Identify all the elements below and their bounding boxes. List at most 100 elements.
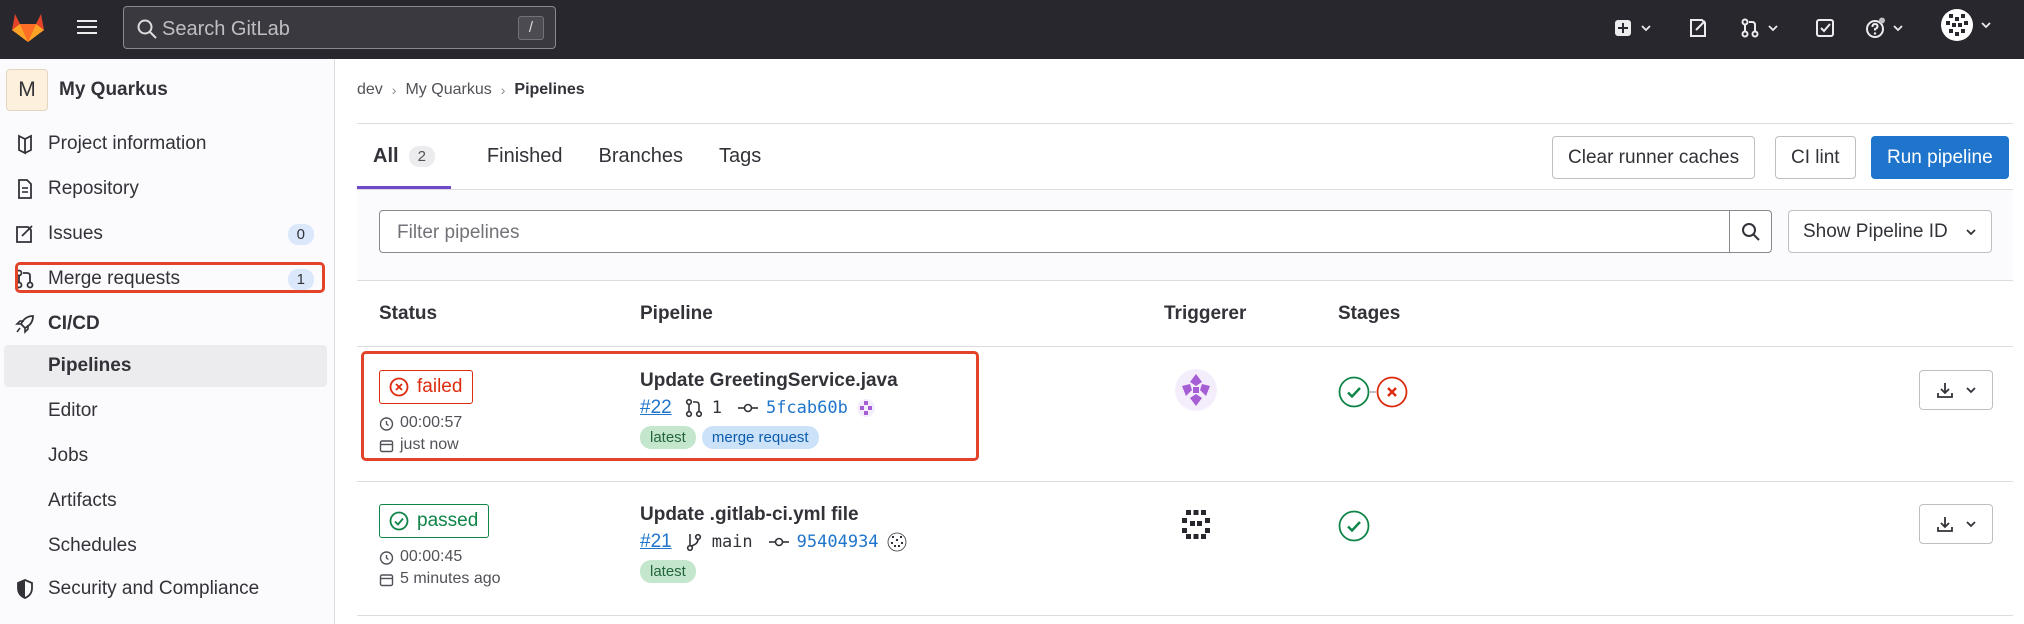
tab-label: Branches [598, 145, 684, 167]
sidebar-item-label: Security and Compliance [48, 578, 260, 599]
gitlab-logo-icon[interactable] [10, 9, 46, 45]
sidebar-subitem-artifacts[interactable]: Artifacts [0, 480, 323, 522]
sidebar-subitem-label: Jobs [48, 445, 89, 466]
chevron-down-icon [1768, 25, 1778, 32]
sidebar-item-issues[interactable]: Issues 0 [14, 215, 324, 253]
search-icon [137, 19, 157, 39]
commit-sha-link[interactable]: 95404934 [797, 532, 879, 552]
table-row: passed 00:00:45 5 minutes ago Update .gi… [357, 482, 2013, 616]
commit-author-avatar-icon[interactable] [887, 532, 907, 552]
chevron-right-icon: › [500, 82, 506, 98]
stage-success-icon[interactable] [1338, 376, 1370, 408]
branch-icon [686, 533, 701, 552]
menu-icon[interactable] [74, 14, 100, 40]
chevron-down-icon [1966, 387, 1976, 394]
sidebar-subitem-editor[interactable]: Editor [0, 390, 323, 432]
pipeline-ref[interactable]: main [712, 532, 753, 552]
pipeline-tabs: All 2 Finished Branches Tags [357, 124, 797, 189]
sidebar-item-cicd[interactable]: CI/CD [14, 305, 324, 343]
pipeline-info: #21 main 95404934 [640, 530, 907, 554]
calendar-icon [379, 573, 394, 586]
sidebar-subitem-pipelines[interactable]: Pipelines [4, 345, 327, 387]
filter-placeholder: Filter pipelines [397, 222, 520, 243]
project-icon [18, 134, 32, 155]
pipeline-row-highlight [361, 351, 979, 461]
chevron-right-icon: › [391, 82, 397, 98]
tab-count-badge: 2 [408, 146, 435, 167]
help-button[interactable] [1864, 14, 1904, 42]
create-new-button[interactable] [1612, 14, 1652, 42]
rocket-icon [15, 315, 34, 334]
sidebar: M My Quarkus Project information Reposit… [0, 59, 335, 624]
sidebar-item-security[interactable]: Security and Compliance [14, 570, 324, 608]
question-icon [1866, 17, 1885, 38]
triggerer-avatar-icon[interactable] [1174, 368, 1218, 412]
pipeline-stages [1338, 376, 1408, 408]
search-icon [1741, 222, 1760, 241]
stage-failed-icon[interactable] [1376, 376, 1408, 408]
issues-count-badge: 0 [287, 223, 314, 245]
ci-lint-button[interactable]: CI lint [1775, 136, 1856, 179]
artifacts-download-button[interactable] [1919, 504, 1993, 544]
sidebar-item-repository[interactable]: Repository [14, 170, 324, 208]
merge-request-icon [1741, 18, 1759, 38]
status-passed-icon [389, 511, 409, 531]
sidebar-item-label: CI/CD [48, 313, 100, 334]
tab-branches[interactable]: Branches [599, 124, 684, 189]
pipeline-id-link[interactable]: #21 [640, 531, 672, 553]
pipeline-tags: latest [640, 560, 702, 583]
sidebar-subitem-label: Editor [48, 400, 98, 421]
pipeline-duration: 00:00:45 [379, 548, 462, 566]
top-bar: Search GitLab / [0, 0, 2024, 59]
breadcrumb-group[interactable]: dev [357, 81, 383, 99]
run-pipeline-button[interactable]: Run pipeline [1871, 136, 2009, 179]
breadcrumb-current[interactable]: Pipelines [514, 81, 584, 99]
chevron-down-icon [1641, 25, 1651, 32]
table-header: Status Pipeline Triggerer Stages [357, 281, 2013, 347]
plus-square-icon [1615, 20, 1631, 36]
sidebar-item-project-information[interactable]: Project information [14, 125, 324, 163]
status-label: passed [417, 510, 479, 531]
filter-pipelines-input[interactable]: Filter pipelines [379, 210, 1772, 253]
sidebar-subitem-jobs[interactable]: Jobs [0, 435, 323, 477]
tab-finished[interactable]: Finished [487, 124, 563, 189]
sidebar-project-header[interactable]: M My Quarkus [6, 68, 168, 112]
tab-label: Tags [719, 145, 762, 167]
show-pipeline-id-dropdown[interactable]: Show Pipeline ID [1788, 210, 1992, 253]
sidebar-subitem-schedules[interactable]: Schedules [0, 525, 323, 567]
user-menu-button[interactable] [1940, 9, 1992, 41]
chevron-down-icon [1981, 22, 1991, 29]
clear-runner-caches-button[interactable]: Clear runner caches [1552, 136, 1756, 179]
dropdown-label: Show Pipeline ID [1803, 220, 1948, 242]
tab-tags[interactable]: Tags [719, 124, 761, 189]
search-input[interactable]: Search GitLab / [123, 6, 556, 49]
artifacts-download-button[interactable] [1919, 370, 1993, 410]
column-header-triggerer: Triggerer [1164, 303, 1247, 324]
issues-button[interactable] [1687, 14, 1709, 42]
stage-success-icon[interactable] [1338, 510, 1370, 542]
duration-text: 00:00:45 [400, 548, 463, 565]
clock-icon [379, 550, 394, 565]
user-avatar-icon [1941, 9, 1973, 41]
merge-requests-button[interactable] [1739, 14, 1779, 42]
tab-all[interactable]: All 2 [357, 124, 451, 189]
shield-icon [17, 579, 33, 599]
search-shortcut: / [518, 16, 544, 40]
sidebar-item-label: Repository [48, 178, 139, 199]
triggerer-avatar-icon[interactable] [1174, 502, 1218, 546]
sidebar-subitem-label: Schedules [48, 535, 137, 556]
sidebar-item-label: Project information [48, 133, 207, 154]
sidebar-subitem-label: Artifacts [48, 490, 117, 511]
status-badge-passed[interactable]: passed [379, 504, 490, 538]
merge-requests-highlight [15, 262, 325, 293]
issues-icon [16, 225, 33, 243]
chevron-down-icon [1893, 25, 1903, 32]
pipeline-commit-title[interactable]: Update .gitlab-ci.yml file [640, 504, 859, 526]
tag-latest: latest [640, 560, 696, 583]
sidebar-item-label: Issues [48, 223, 103, 244]
filter-search-button[interactable] [1729, 211, 1771, 252]
todos-button[interactable] [1814, 14, 1836, 42]
breadcrumb: dev › My Quarkus › Pipelines [357, 81, 585, 99]
project-name: My Quarkus [59, 79, 168, 100]
breadcrumb-project[interactable]: My Quarkus [405, 81, 491, 99]
